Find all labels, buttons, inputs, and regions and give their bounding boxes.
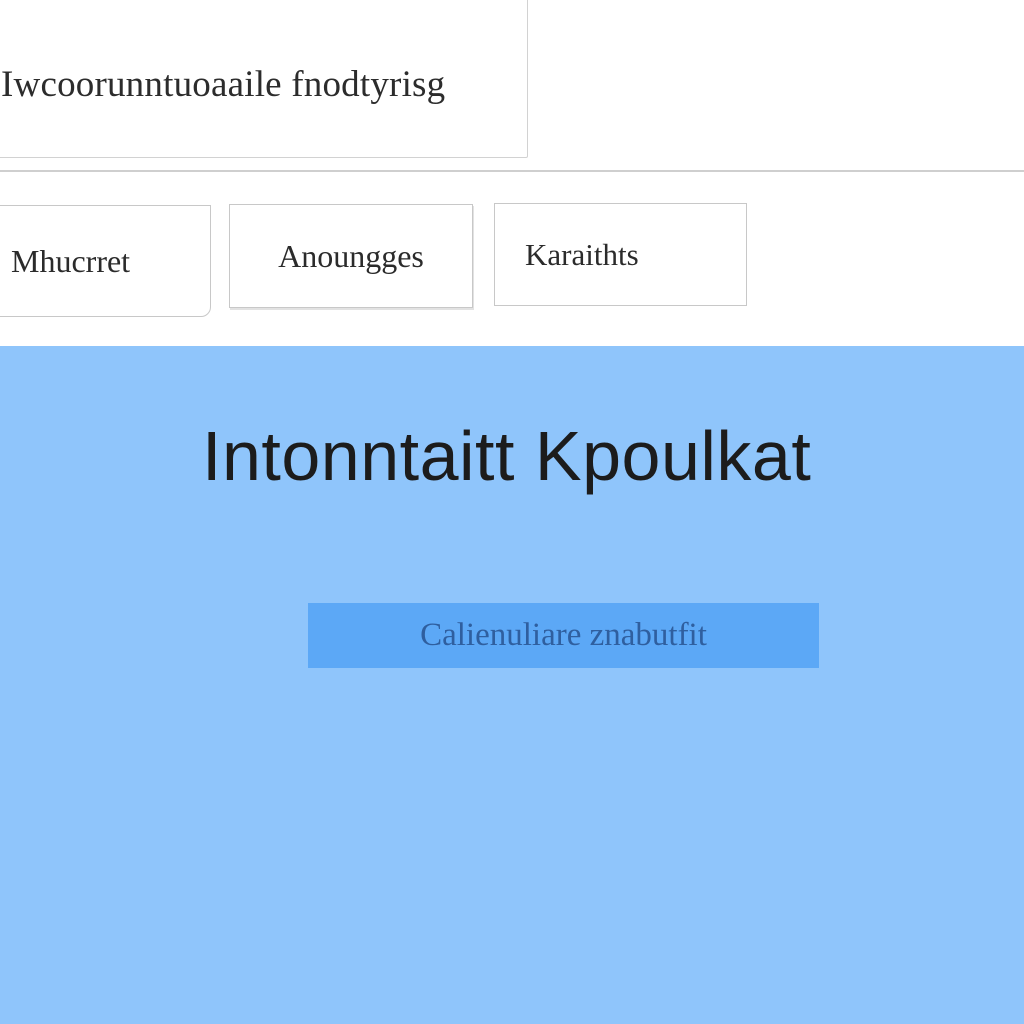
header-divider: [0, 170, 1024, 172]
tab-3-label: Karaithts: [525, 236, 639, 272]
primary-action-label: Calienuliare znabutfit: [420, 617, 707, 653]
tab-1-label: Mhucrret: [11, 242, 131, 279]
primary-action-button[interactable]: Calienuliare znabutfit: [308, 603, 819, 668]
tab-2[interactable]: Anoungges: [229, 204, 473, 308]
content-panel: Intonntaitt Kpoulkat Calienuliare znabut…: [0, 346, 1024, 1024]
tab-2-label: Anoungges: [278, 237, 424, 274]
search-text: Iwcoorunntuoaaile fnodtyrisg: [1, 64, 446, 105]
tab-3[interactable]: Karaithts: [494, 203, 747, 306]
page-title: Intonntaitt Kpoulkat: [202, 417, 812, 495]
tab-1[interactable]: Mhucrret: [0, 205, 211, 317]
search-box[interactable]: Iwcoorunntuoaaile fnodtyrisg: [0, 0, 528, 158]
